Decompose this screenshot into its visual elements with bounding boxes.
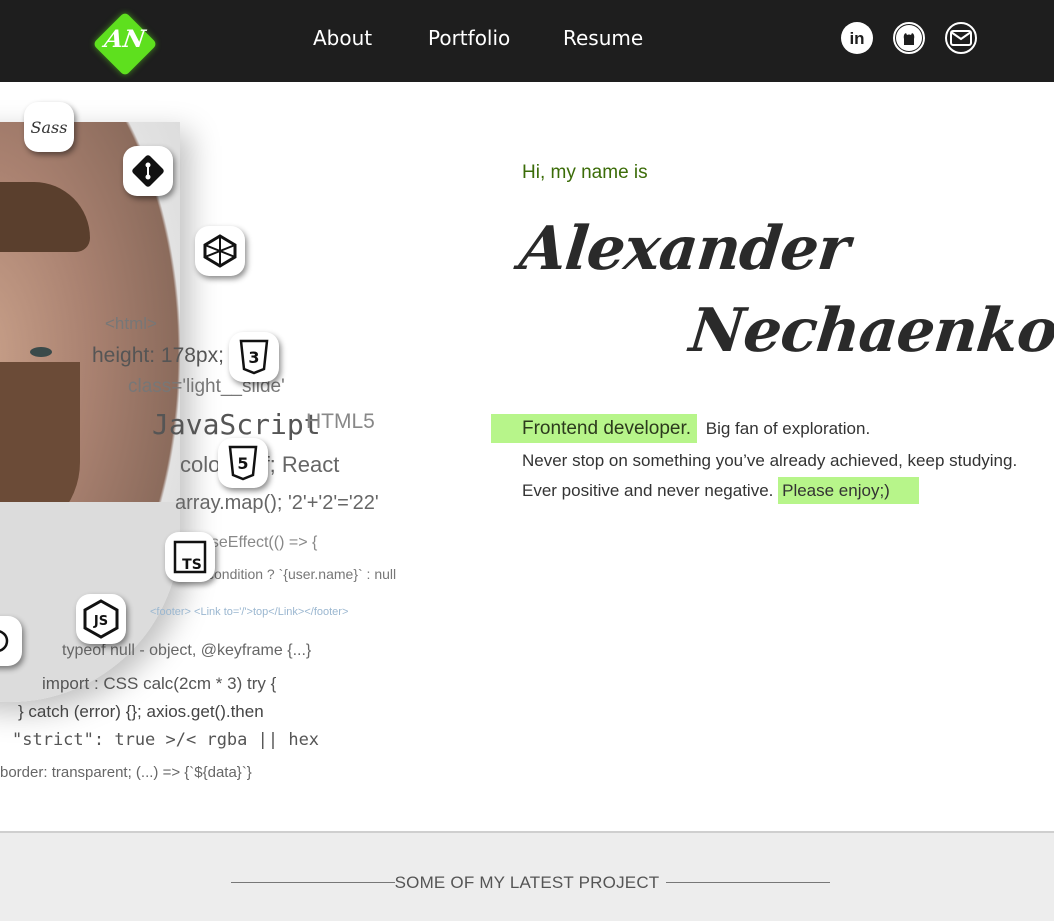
svg-text:3: 3 <box>248 348 259 367</box>
code-snippet: import : CSS calc(2cm * 3) try { <box>42 674 277 693</box>
code-snippet: } catch (error) {}; axios.get().then <box>18 702 264 721</box>
photo-hair <box>0 182 90 252</box>
intro-line-3-text: Ever positive and never negative. <box>522 481 774 500</box>
intro-line-3: Ever positive and never negative. Please… <box>522 477 919 504</box>
logo[interactable]: AN <box>92 11 158 77</box>
svg-text:in: in <box>849 29 864 48</box>
svg-text:5: 5 <box>237 454 248 473</box>
svg-text:JS: JS <box>93 614 108 629</box>
code-snippet: array.map(); '2'+'2'='22' <box>175 492 379 514</box>
code-snippet: useEffect(() => { <box>202 534 318 551</box>
nodejs-icon: JS <box>76 594 126 644</box>
codepen-icon <box>195 226 245 276</box>
enjoy-highlight: Please enjoy;) <box>778 477 919 504</box>
nav-about[interactable]: About <box>313 26 372 50</box>
last-name-heading: Nechaenkov. <box>686 296 1054 366</box>
role-highlight: Frontend developer. <box>491 414 698 443</box>
intro-line-1-text: Big fan of exploration. <box>705 419 871 438</box>
code-snippet: typeof null - object, @keyframe {...} <box>62 642 312 659</box>
code-snippet: "strict": true >/< rgba || hex <box>12 730 320 750</box>
css3-icon: 3 <box>229 332 279 382</box>
typescript-icon: TS <box>165 532 215 582</box>
code-snippet: border: transparent; (...) => {`${data}`… <box>0 764 252 781</box>
top-navbar: AN About Portfolio Resume in <box>0 0 1054 82</box>
first-name-heading: Alexander <box>516 214 853 284</box>
linkedin-icon[interactable]: in <box>841 22 873 54</box>
github-icon[interactable] <box>893 22 925 54</box>
svg-text:TS: TS <box>182 557 202 573</box>
code-snippet: <footer> <Link to='/'>top</Link></footer… <box>150 606 349 618</box>
svg-text:Sass: Sass <box>31 118 68 137</box>
code-snippet: height: 178px; <box>92 344 224 367</box>
redux-icon <box>0 616 22 666</box>
intro-line-2: Never stop on something you’ve already a… <box>522 451 1018 470</box>
greeting-text: Hi, my name is <box>522 162 648 183</box>
section-rule-right <box>666 882 830 883</box>
code-snippet: HTML5 <box>306 410 375 433</box>
hero-illustration: <html> height: 178px; class='light__slid… <box>0 82 470 802</box>
logo-text: AN <box>102 24 148 53</box>
code-snippet: <html> <box>105 314 157 333</box>
code-snippet: JavaScript <box>152 408 321 441</box>
git-icon <box>123 146 173 196</box>
sass-icon: Sass <box>24 102 74 152</box>
nav-portfolio[interactable]: Portfolio <box>428 26 510 50</box>
mail-icon[interactable] <box>945 22 977 54</box>
photo-eye <box>30 347 52 357</box>
html5-icon: 5 <box>218 438 268 488</box>
projects-title: SOME OF MY LATEST PROJECT <box>394 873 660 892</box>
intro-line-1: Frontend developer. Big fan of explorati… <box>491 414 871 443</box>
nav-resume[interactable]: Resume <box>563 26 643 50</box>
projects-section: SOME OF MY LATEST PROJECT <box>0 831 1054 921</box>
